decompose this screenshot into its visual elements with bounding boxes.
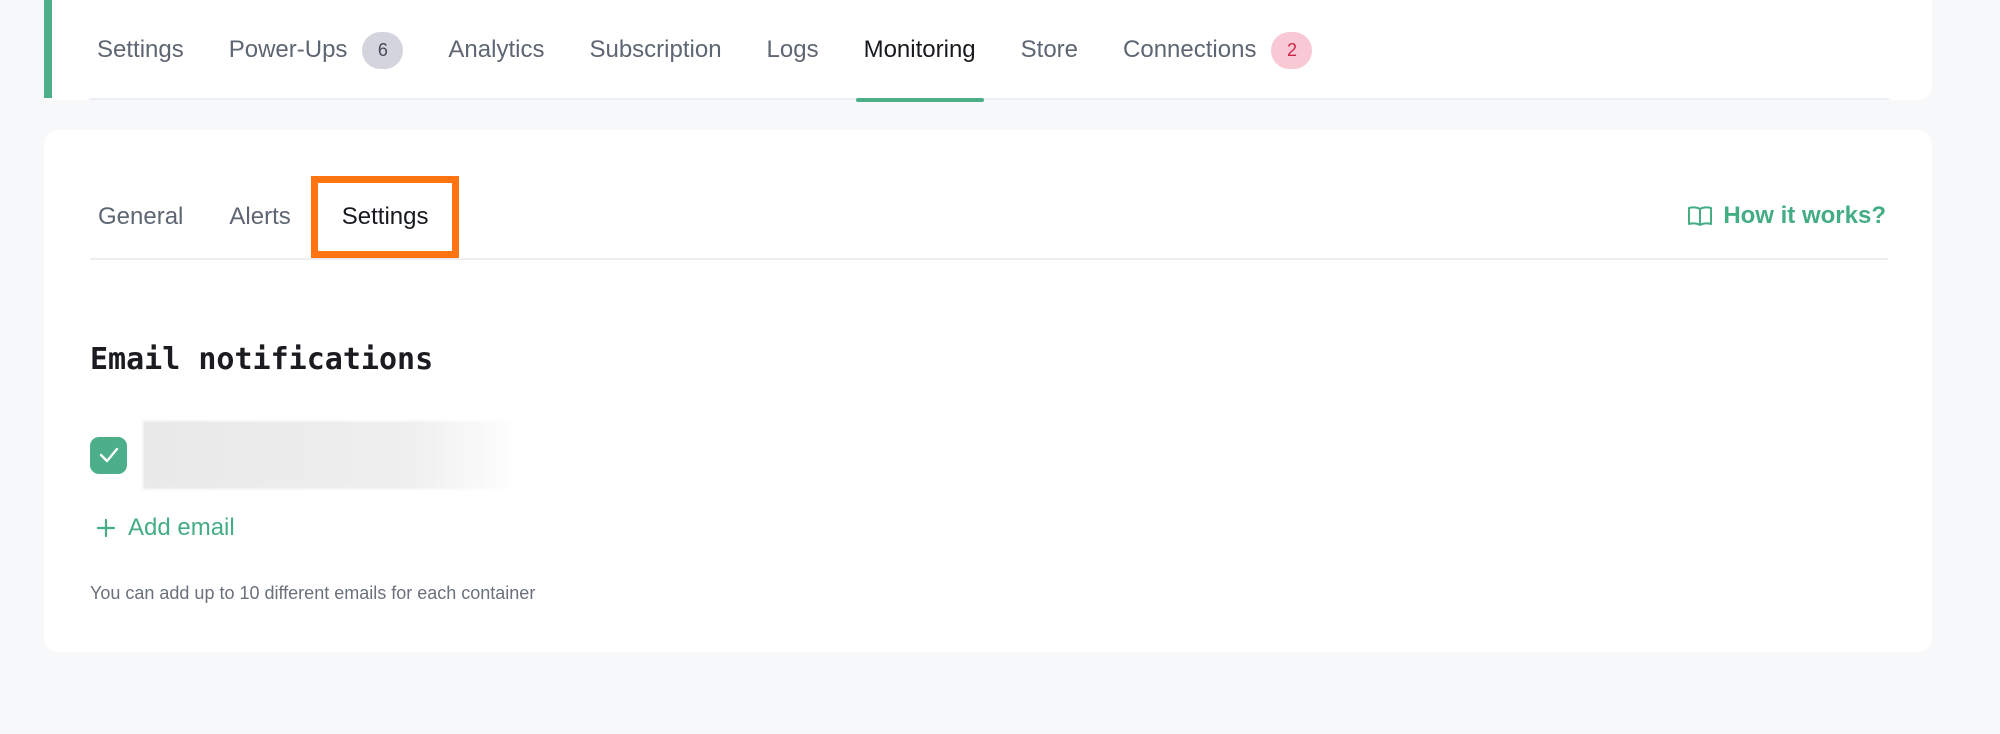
plus-icon xyxy=(96,518,116,538)
tab-label: Logs xyxy=(766,36,819,63)
subtab-settings[interactable]: Settings xyxy=(310,175,460,258)
add-email-button[interactable]: Add email xyxy=(90,508,235,548)
subtab-label: Alerts xyxy=(229,202,291,230)
tab-logs[interactable]: Logs xyxy=(759,0,827,100)
section-title: Email notifications xyxy=(90,342,434,377)
book-icon xyxy=(1688,206,1713,226)
subtab-general[interactable]: General xyxy=(90,176,191,258)
how-it-works-label: How it works? xyxy=(1723,202,1886,229)
monitoring-card: General Alerts Settings How it works? Em… xyxy=(44,130,1932,652)
tab-label: Monitoring xyxy=(863,36,976,63)
tab-label: Subscription xyxy=(589,36,722,63)
subtab-alerts[interactable]: Alerts xyxy=(221,176,298,258)
tab-label: Analytics xyxy=(448,36,545,63)
how-it-works-link[interactable]: How it works? xyxy=(1687,175,1886,257)
tab-analytics[interactable]: Analytics xyxy=(440,0,552,100)
tab-label: Settings xyxy=(97,36,184,63)
tab-power-ups[interactable]: Power-Ups 6 xyxy=(221,0,412,100)
top-nav-accent-bar xyxy=(44,0,52,98)
add-email-label: Add email xyxy=(128,514,235,541)
count-badge: 2 xyxy=(1271,31,1313,69)
tab-label: Power-Ups xyxy=(228,36,348,63)
email-checkbox[interactable] xyxy=(90,436,127,474)
email-row xyxy=(90,420,590,490)
tab-monitoring[interactable]: Monitoring xyxy=(855,0,984,102)
tab-settings[interactable]: Settings xyxy=(89,0,192,100)
email-value-redacted xyxy=(143,421,523,489)
subtab-label: General xyxy=(98,202,184,230)
tab-store[interactable]: Store xyxy=(1013,0,1086,100)
count-badge: 6 xyxy=(362,31,404,69)
main-tabs: Settings Power-Ups 6 Analytics Subscript… xyxy=(89,0,1889,102)
tab-connections[interactable]: Connections 2 xyxy=(1115,0,1320,100)
check-icon xyxy=(99,447,118,463)
tab-label: Store xyxy=(1020,36,1079,63)
tab-subscription[interactable]: Subscription xyxy=(581,0,729,100)
email-limit-hint: You can add up to 10 different emails fo… xyxy=(90,583,536,603)
tab-label: Connections xyxy=(1123,36,1257,63)
sub-tabs: General Alerts Settings How it works? xyxy=(90,175,1888,260)
subtab-label: Settings xyxy=(341,202,429,230)
